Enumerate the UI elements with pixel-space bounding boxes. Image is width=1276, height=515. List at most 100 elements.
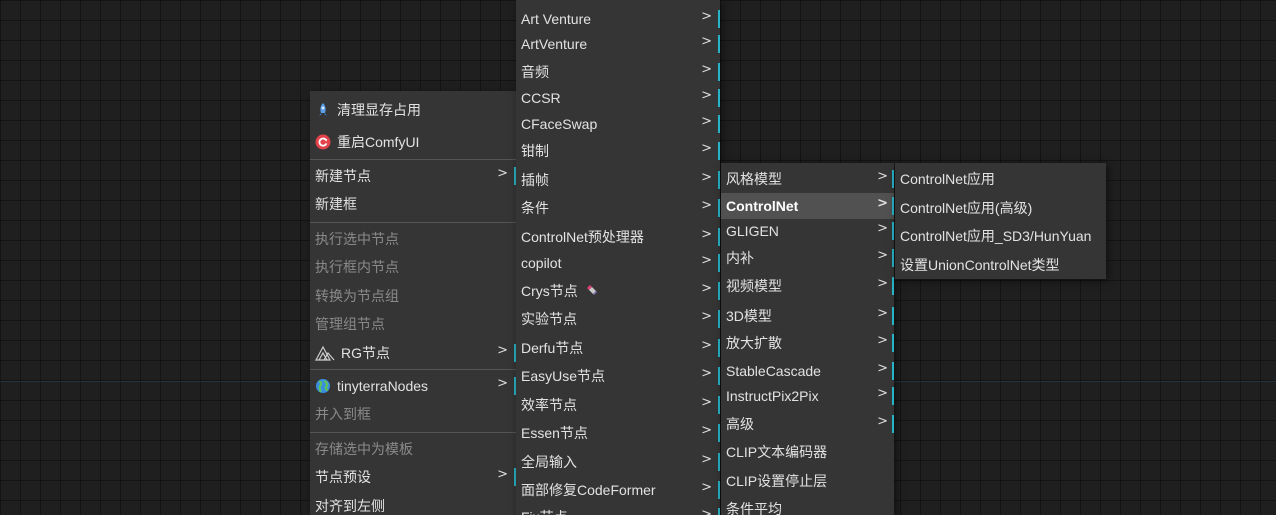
category-item[interactable]: copilot > bbox=[516, 250, 720, 276]
menu-item-manage-group-nodes: 管理组节点 bbox=[310, 311, 516, 337]
category-item[interactable]: Essen节点 > bbox=[516, 420, 720, 446]
chevron-right-icon: > bbox=[701, 198, 712, 213]
menu-item-save-as-template: 存储选中为模板 bbox=[310, 436, 516, 462]
menu-item-convert-to-group-node: 转换为节点组 bbox=[310, 283, 516, 309]
category-item[interactable]: 插帧 > bbox=[516, 167, 720, 193]
chevron-right-icon: > bbox=[877, 221, 888, 236]
menu-item-label: Essen节点 bbox=[521, 425, 588, 441]
category-item[interactable]: 实验节点 > bbox=[516, 306, 720, 332]
submenu-item-stablecascade[interactable]: StableCascade > bbox=[721, 358, 894, 384]
menu-item-merge-into-group: 并入到框 bbox=[310, 401, 516, 427]
chevron-right-icon: > bbox=[877, 361, 888, 376]
menu-item-label: InstructPix2Pix bbox=[726, 388, 819, 404]
menu-item-label: 执行选中节点 bbox=[315, 231, 399, 247]
submenu-item-upscale-diffusion[interactable]: 放大扩散 > bbox=[721, 330, 894, 356]
submenu-item-apply-controlnet-advanced[interactable]: ControlNet应用(高级) bbox=[895, 195, 1106, 221]
category-item[interactable]: Crys节点 > bbox=[516, 278, 720, 304]
menu-separator bbox=[310, 432, 516, 433]
chevron-right-icon: > bbox=[701, 452, 712, 467]
menu-item-label: 钳制 bbox=[521, 143, 549, 159]
canvas-context-menu: 清理显存占用 重启ComfyUI 新建节点 > 新建框 执行选中节点 执行框内节… bbox=[310, 91, 516, 515]
menu-item-tinyterra-nodes[interactable]: tinyterraNodes > bbox=[310, 373, 516, 399]
chevron-right-icon: > bbox=[701, 141, 712, 156]
menu-item-label: 重启ComfyUI bbox=[337, 134, 420, 150]
chevron-right-icon: > bbox=[497, 376, 508, 391]
chevron-right-icon: > bbox=[877, 248, 888, 263]
menu-item-add-node[interactable]: 新建节点 > bbox=[310, 163, 516, 189]
submenu-item-gligen[interactable]: GLIGEN > bbox=[721, 218, 894, 244]
menu-item-rg-nodes[interactable]: RG节点 > bbox=[310, 340, 516, 366]
category-item[interactable]: Art Venture > bbox=[516, 6, 720, 32]
menu-item-align-left[interactable]: 对齐到左侧 bbox=[310, 493, 516, 515]
category-item[interactable]: Derfu节点 > bbox=[516, 335, 720, 361]
submenu-item-inpaint[interactable]: 内补 > bbox=[721, 245, 894, 271]
conditioning-submenu: 风格模型 > ControlNet > GLIGEN > 内补 > 视频模型 >… bbox=[721, 163, 894, 515]
chevron-right-icon: > bbox=[701, 423, 712, 438]
menu-item-label: ControlNet应用_SD3/HunYuan bbox=[900, 228, 1092, 244]
menu-item-node-presets[interactable]: 节点预设 > bbox=[310, 464, 516, 490]
submenu-item-set-union-controlnet-type[interactable]: 设置UnionControlNet类型 bbox=[895, 252, 1106, 278]
category-item[interactable]: ControlNet预处理器 > bbox=[516, 224, 720, 250]
menu-item-label: 全局输入 bbox=[521, 454, 577, 470]
submenu-item-style-model[interactable]: 风格模型 > bbox=[721, 166, 894, 192]
category-item[interactable]: EasyUse节点 > bbox=[516, 363, 720, 389]
category-item[interactable]: 全局输入 > bbox=[516, 449, 720, 475]
chevron-right-icon: > bbox=[701, 9, 712, 24]
menu-item-label: EasyUse节点 bbox=[521, 368, 606, 384]
category-item[interactable]: 音频 > bbox=[516, 59, 720, 85]
menu-item-queue-selected: 执行选中节点 bbox=[310, 226, 516, 252]
menu-item-label: 放大扩散 bbox=[726, 335, 782, 351]
menu-item-label: 新建节点 bbox=[315, 168, 371, 184]
menu-item-label: Fix节点 bbox=[521, 507, 568, 515]
menu-item-label: 3D模型 bbox=[726, 308, 772, 324]
menu-item-label: tinyterraNodes bbox=[337, 378, 429, 394]
menu-item-label: 实验节点 bbox=[521, 311, 577, 327]
menu-item-label: 条件 bbox=[521, 200, 549, 216]
chevron-right-icon: > bbox=[701, 170, 712, 185]
chevron-right-icon: > bbox=[701, 338, 712, 353]
submenu-item-3d-model[interactable]: 3D模型 > bbox=[721, 303, 894, 329]
menu-item-label: CFaceSwap bbox=[521, 116, 598, 132]
menu-item-restart-comfyui[interactable]: 重启ComfyUI bbox=[310, 129, 516, 155]
category-item[interactable]: 面部修复CodeFormer > bbox=[516, 477, 720, 503]
menu-item-label: 内补 bbox=[726, 250, 754, 266]
submenu-item-conditioning-average[interactable]: 条件平均 bbox=[721, 496, 894, 515]
category-item[interactable]: ArtVenture > bbox=[516, 31, 720, 57]
submenu-item-clip-set-last-layer[interactable]: CLIP设置停止层 bbox=[721, 468, 894, 494]
category-item[interactable]: CFaceSwap > bbox=[516, 111, 720, 137]
chevron-right-icon: > bbox=[877, 306, 888, 321]
chevron-right-icon: > bbox=[701, 366, 712, 381]
chevron-right-icon: > bbox=[877, 333, 888, 348]
chevron-right-icon: > bbox=[701, 88, 712, 103]
menu-item-add-group[interactable]: 新建框 bbox=[310, 191, 516, 217]
menu-item-free-vram[interactable]: 清理显存占用 bbox=[310, 97, 516, 123]
chevron-right-icon: > bbox=[701, 395, 712, 410]
submenu-item-video-model[interactable]: 视频模型 > bbox=[721, 273, 894, 299]
submenu-item-apply-controlnet-sd3-hunyuan[interactable]: ControlNet应用_SD3/HunYuan bbox=[895, 223, 1106, 249]
menu-item-label: ControlNet应用 bbox=[900, 171, 995, 187]
submenu-item-controlnet[interactable]: ControlNet > bbox=[721, 193, 894, 219]
menu-item-label: GLIGEN bbox=[726, 223, 779, 239]
submenu-item-advanced[interactable]: 高级 > bbox=[721, 411, 894, 437]
chevron-right-icon: > bbox=[701, 253, 712, 268]
category-item[interactable]: Fix节点 > bbox=[516, 504, 720, 515]
category-item-conditioning[interactable]: 条件 > bbox=[516, 195, 720, 221]
menu-separator bbox=[310, 159, 516, 160]
menu-item-label: 视频模型 bbox=[726, 278, 782, 294]
menu-item-label: 并入到框 bbox=[315, 406, 371, 422]
menu-item-label: 节点预设 bbox=[315, 469, 371, 485]
menu-separator bbox=[310, 369, 516, 370]
category-item[interactable]: CCSR > bbox=[516, 85, 720, 111]
submenu-item-apply-controlnet[interactable]: ControlNet应用 bbox=[895, 166, 1106, 192]
menu-item-label: 条件平均 bbox=[726, 501, 782, 515]
menu-item-label: 风格模型 bbox=[726, 171, 782, 187]
menu-separator bbox=[310, 222, 516, 223]
menu-item-label: RG节点 bbox=[341, 345, 390, 361]
chevron-right-icon: > bbox=[497, 467, 508, 482]
submenu-item-instructpix2pix[interactable]: InstructPix2Pix > bbox=[721, 383, 894, 409]
category-item[interactable]: 钳制 > bbox=[516, 138, 720, 164]
menu-item-label: 高级 bbox=[726, 416, 754, 432]
chevron-right-icon: > bbox=[497, 166, 508, 181]
category-item[interactable]: 效率节点 > bbox=[516, 392, 720, 418]
submenu-item-clip-text-encode[interactable]: CLIP文本编码器 bbox=[721, 439, 894, 465]
